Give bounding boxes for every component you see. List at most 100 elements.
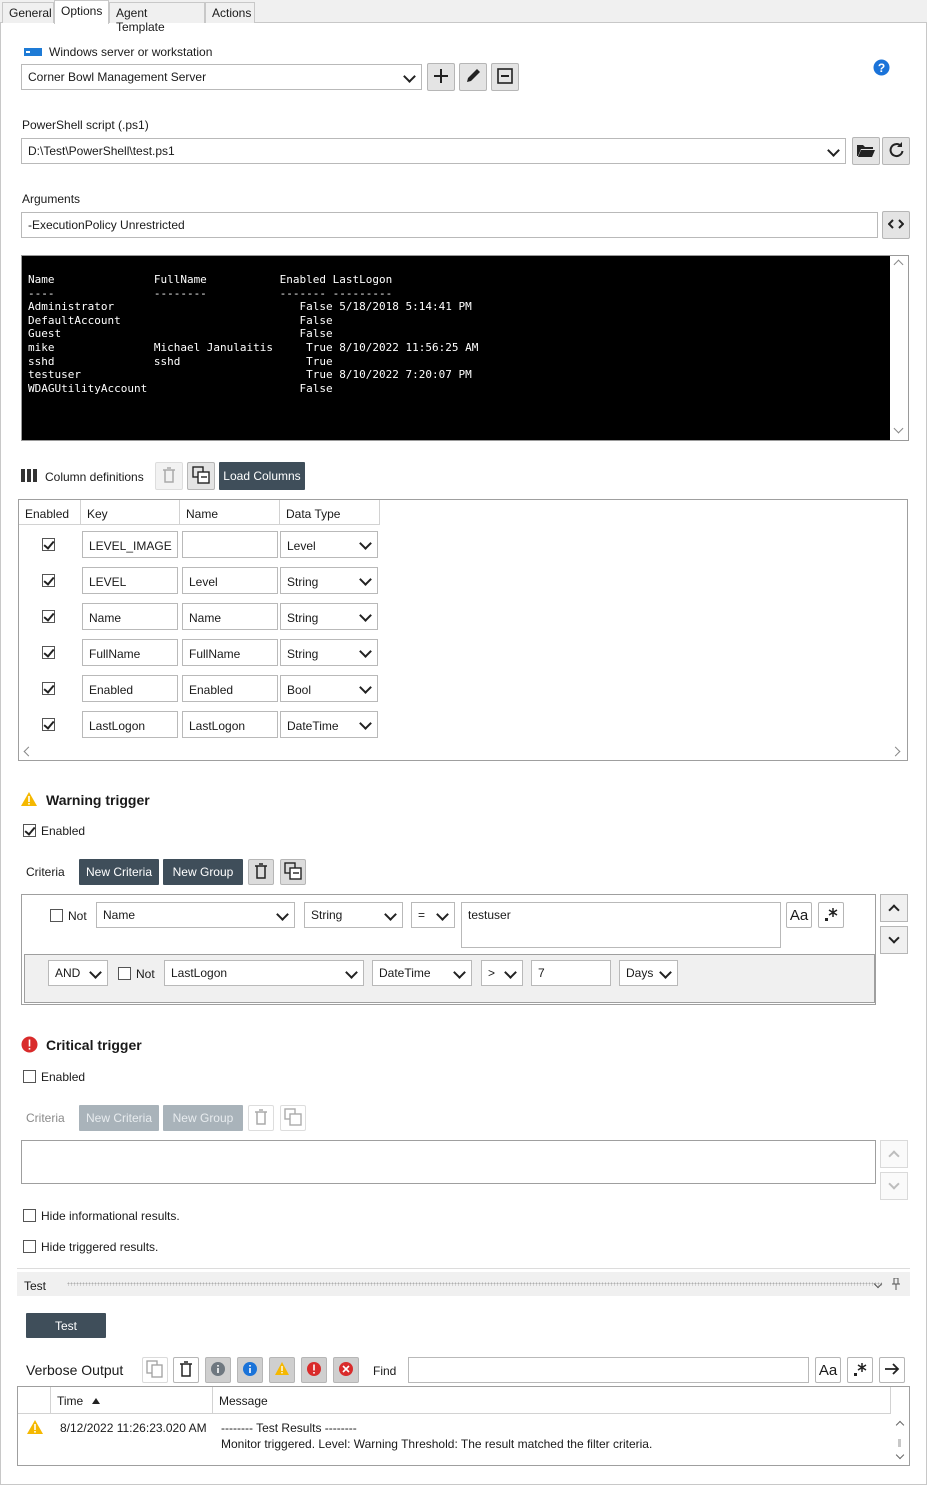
clear-output-button[interactable] <box>173 1357 199 1383</box>
tab-actions[interactable]: Actions <box>205 2 255 23</box>
warning-regex-button[interactable] <box>818 902 844 928</box>
warning-row2-value-input[interactable]: 7 <box>531 960 611 986</box>
insert-variable-button[interactable] <box>882 211 910 239</box>
column-name-input[interactable]: Name <box>182 603 278 630</box>
col-header-key[interactable]: Key <box>81 500 180 525</box>
critical-trigger-title: Critical trigger <box>46 1037 142 1053</box>
tab-agent-template[interactable]: Agent Template <box>109 2 205 34</box>
column-enabled-checkbox[interactable] <box>42 610 55 623</box>
warning-delete-criteria-button[interactable] <box>248 859 274 885</box>
warning-row1-type-select[interactable]: String <box>304 902 403 928</box>
warning-new-group-button[interactable]: New Group <box>163 859 243 885</box>
tab-options[interactable]: Options <box>54 0 109 24</box>
filter-critical-button[interactable] <box>301 1357 327 1383</box>
warning-row2-type-select[interactable]: DateTime <box>372 960 472 986</box>
script-select[interactable]: D:\Test\PowerShell\test.ps1 <box>21 138 846 164</box>
critical-new-criteria-button[interactable]: New Criteria <box>79 1105 159 1131</box>
critical-move-down-button[interactable] <box>880 1172 908 1200</box>
warning-row1-value-input[interactable]: testuser <box>461 902 781 948</box>
column-key-input[interactable]: Name <box>82 603 178 630</box>
col-header-datatype[interactable]: Data Type <box>280 500 380 525</box>
warning-row1-not-checkbox[interactable] <box>50 909 63 922</box>
trash-icon <box>162 466 176 486</box>
hide-info-checkbox[interactable] <box>23 1209 36 1222</box>
copy-output-button[interactable] <box>142 1357 168 1383</box>
filter-verbose-button[interactable] <box>205 1357 231 1383</box>
column-datatype-select[interactable]: Bool <box>280 675 378 702</box>
hide-triggered-checkbox[interactable] <box>23 1240 36 1253</box>
warning-row2-join-select[interactable]: AND <box>48 960 108 986</box>
tab-general[interactable]: General <box>2 2 54 23</box>
column-enabled-checkbox[interactable] <box>42 574 55 587</box>
column-key-input[interactable]: LEVEL <box>82 567 178 594</box>
critical-new-group-button[interactable]: New Group <box>163 1105 243 1131</box>
output-header-message[interactable]: Message <box>213 1387 891 1414</box>
find-match-case-button[interactable]: Aa <box>815 1357 841 1383</box>
column-name-input[interactable]: Level <box>182 567 278 594</box>
critical-move-up-button[interactable] <box>880 1140 908 1168</box>
load-columns-button[interactable]: Load Columns <box>219 462 305 490</box>
remove-server-button[interactable] <box>491 63 519 91</box>
arguments-input[interactable]: -ExecutionPolicy Unrestricted <box>21 212 878 238</box>
edit-server-button[interactable] <box>459 63 487 91</box>
critical-enabled-checkbox[interactable] <box>23 1070 36 1083</box>
column-name-input[interactable]: FullName <box>182 639 278 666</box>
warning-row1-operator-select[interactable]: = <box>411 902 455 928</box>
critical-copy-criteria-button[interactable] <box>280 1105 306 1131</box>
grid-hscrollbar[interactable] <box>19 744 907 760</box>
column-name-input[interactable]: LastLogon <box>182 711 278 738</box>
console-scrollbar[interactable] <box>890 256 908 440</box>
warning-row2-field-select[interactable]: LastLogon <box>164 960 364 986</box>
column-key-input[interactable]: LastLogon <box>82 711 178 738</box>
output-header-level[interactable] <box>18 1387 51 1414</box>
output-row[interactable]: 8/12/2022 11:26:23.020 AM -------- Test … <box>18 1414 890 1466</box>
column-enabled-checkbox[interactable] <box>42 646 55 659</box>
warning-new-criteria-button[interactable]: New Criteria <box>79 859 159 885</box>
column-key-input[interactable]: Enabled <box>82 675 178 702</box>
column-name-input[interactable]: Enabled <box>182 675 278 702</box>
column-name-input[interactable] <box>182 531 278 558</box>
warning-row2-not-checkbox[interactable] <box>118 967 131 980</box>
test-button[interactable]: Test <box>26 1313 106 1338</box>
browse-script-button[interactable] <box>852 137 880 165</box>
add-server-button[interactable] <box>427 63 455 91</box>
filter-error-button[interactable] <box>333 1357 359 1383</box>
output-header-time[interactable]: Time <box>51 1387 213 1414</box>
warning-row2-unit-select[interactable]: Days <box>619 960 678 986</box>
column-enabled-checkbox[interactable] <box>42 538 55 551</box>
filter-info-button[interactable] <box>237 1357 263 1383</box>
find-regex-button[interactable] <box>847 1357 873 1383</box>
warning-match-case-button[interactable]: Aa <box>786 902 812 928</box>
column-key-input[interactable]: LEVEL_IMAGE <box>82 531 178 558</box>
find-next-button[interactable] <box>879 1357 905 1383</box>
help-icon[interactable]: ? <box>873 59 890 79</box>
column-datatype-select[interactable]: String <box>280 639 378 666</box>
column-key-input[interactable]: FullName <box>82 639 178 666</box>
warning-move-down-button[interactable] <box>880 926 908 954</box>
warning-move-up-button[interactable] <box>880 894 908 922</box>
warning-enabled-checkbox[interactable] <box>23 824 36 837</box>
warning-copy-criteria-button[interactable] <box>280 859 306 885</box>
col-header-enabled[interactable]: Enabled <box>19 500 81 525</box>
column-datatype-select[interactable]: Level <box>280 531 378 558</box>
critical-delete-criteria-button[interactable] <box>248 1105 274 1131</box>
scroll-thumb[interactable] <box>898 1439 901 1447</box>
column-enabled-checkbox[interactable] <box>42 718 55 731</box>
col-header-name[interactable]: Name <box>180 500 280 525</box>
column-datatype-select[interactable]: String <box>280 603 378 630</box>
refresh-script-button[interactable] <box>882 137 910 165</box>
warning-row2-operator-select[interactable]: > <box>481 960 523 986</box>
filter-warning-button[interactable] <box>269 1357 295 1383</box>
column-datatype-select[interactable]: String <box>280 567 378 594</box>
find-input[interactable] <box>408 1357 809 1383</box>
delete-column-button[interactable] <box>155 462 183 490</box>
scroll-up-icon <box>893 259 904 270</box>
warning-row1-field-select[interactable]: Name <box>96 902 295 928</box>
pin-icon[interactable] <box>891 1277 901 1293</box>
copy-columns-button[interactable] <box>187 462 215 490</box>
output-scrollbar[interactable] <box>891 1414 909 1465</box>
script-output-console[interactable]: Name FullName Enabled LastLogon ---- ---… <box>21 255 909 441</box>
column-enabled-checkbox[interactable] <box>42 682 55 695</box>
column-datatype-select[interactable]: DateTime <box>280 711 378 738</box>
server-select[interactable]: Corner Bowl Management Server <box>21 64 422 90</box>
